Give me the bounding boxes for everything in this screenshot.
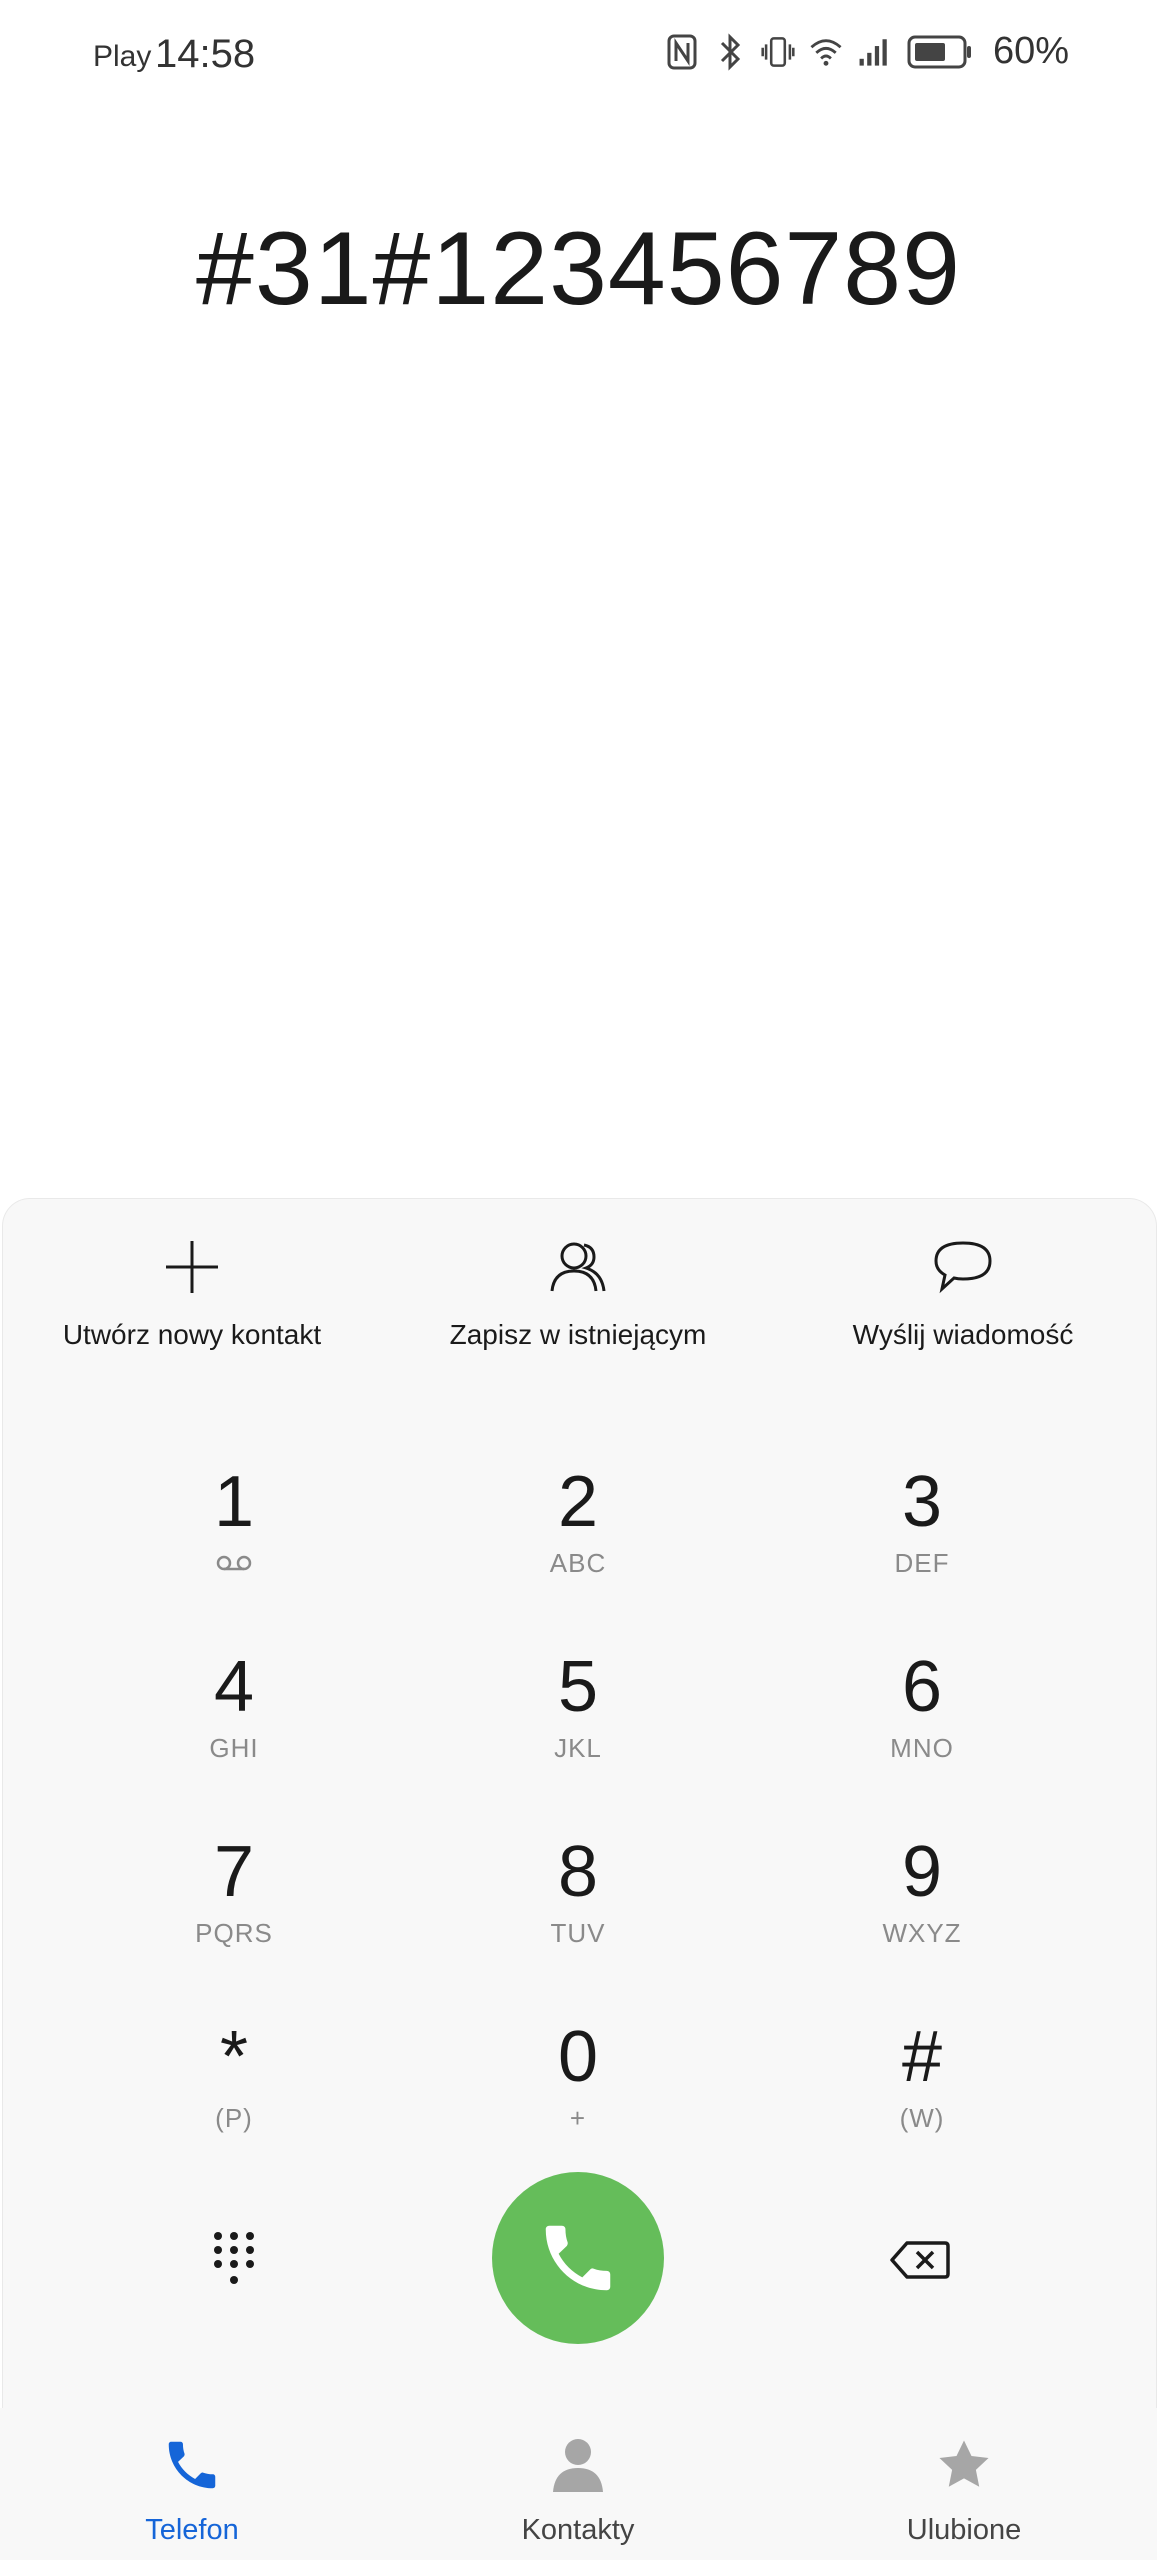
key-0[interactable]: 0 + [458, 2017, 698, 2177]
vibrate-icon [761, 32, 795, 72]
status-bar: Play 14:58 60% [0, 0, 1157, 112]
key-7[interactable]: 7 PQRS [114, 1832, 354, 1992]
key-letters: ABC [549, 1548, 607, 1578]
dialed-number[interactable]: #31#123456789 [0, 210, 1157, 329]
key-digit: 4 [213, 1647, 255, 1727]
key-digit: 9 [901, 1832, 943, 1912]
key-digit: # [901, 2017, 943, 2097]
tab-kontakty[interactable]: Kontakty [428, 2430, 728, 2547]
signal-icon [857, 32, 891, 72]
key-digit: 1 [213, 1462, 255, 1542]
save-to-existing-label: Zapisz w istniejącym [449, 1319, 707, 1350]
key-digit: 0 [557, 2017, 599, 2097]
key-letters: DEF [894, 1548, 950, 1578]
key-hash[interactable]: # (W) [802, 2017, 1042, 2177]
nfc-icon [665, 32, 699, 72]
key-digit: 6 [901, 1647, 943, 1727]
dialpad-toggle-icon[interactable] [194, 2220, 274, 2300]
backspace-icon[interactable] [880, 2220, 960, 2300]
key-letters: WXYZ [882, 1918, 962, 1948]
tab-label: Ulubione [906, 2514, 1022, 2546]
phone-icon [42, 2430, 342, 2500]
key-2[interactable]: 2 ABC [458, 1462, 698, 1622]
key-9[interactable]: 9 WXYZ [802, 1832, 1042, 1992]
key-digit: * [219, 2017, 249, 2097]
create-contact-button[interactable]: Utwórz nowy kontakt [2, 1235, 382, 1351]
battery-percent: 60% [992, 30, 1069, 72]
voicemail-icon [114, 1548, 354, 1578]
key-digit: 3 [901, 1462, 943, 1542]
message-icon [773, 1235, 1153, 1299]
key-letters: MNO [890, 1733, 954, 1763]
person-icon [428, 2430, 728, 2500]
key-letters: TUV [550, 1918, 606, 1948]
save-to-existing-button[interactable]: Zapisz w istniejącym [388, 1235, 768, 1351]
status-icons: 60% [665, 30, 1069, 73]
key-digit: 2 [557, 1462, 599, 1542]
create-contact-label: Utwórz nowy kontakt [62, 1319, 322, 1350]
key-digit: 7 [213, 1832, 255, 1912]
tab-telefon[interactable]: Telefon [42, 2430, 342, 2547]
wifi-icon [809, 32, 843, 72]
key-star[interactable]: * (P) [114, 2017, 354, 2177]
tab-label: Telefon [145, 2514, 239, 2546]
key-letters: PQRS [195, 1918, 273, 1948]
key-1[interactable]: 1 [114, 1462, 354, 1622]
plus-icon [2, 1235, 382, 1299]
key-letters: + [569, 2103, 587, 2133]
send-message-button[interactable]: Wyślij wiadomość [773, 1235, 1153, 1351]
bluetooth-icon [713, 32, 747, 72]
tab-ulubione[interactable]: Ulubione [814, 2430, 1114, 2547]
call-button[interactable] [492, 2172, 664, 2344]
phone-call-icon [545, 2225, 611, 2291]
carrier-name: Play [93, 40, 152, 73]
key-letters: GHI [209, 1733, 259, 1763]
key-4[interactable]: 4 GHI [114, 1647, 354, 1807]
key-letters: JKL [554, 1733, 602, 1763]
key-digit: 8 [557, 1832, 599, 1912]
key-5[interactable]: 5 JKL [458, 1647, 698, 1807]
key-digit: 5 [557, 1647, 599, 1727]
key-letters: (W) [899, 2103, 945, 2133]
key-6[interactable]: 6 MNO [802, 1647, 1042, 1807]
contact-icon [388, 1235, 768, 1299]
key-8[interactable]: 8 TUV [458, 1832, 698, 1992]
key-letters: (P) [215, 2103, 253, 2133]
tab-label: Kontakty [521, 2514, 635, 2546]
key-3[interactable]: 3 DEF [802, 1462, 1042, 1622]
status-time: 14:58 [155, 32, 256, 76]
star-icon [814, 2430, 1114, 2500]
battery-icon [905, 32, 975, 72]
send-message-label: Wyślij wiadomość [852, 1319, 1074, 1350]
